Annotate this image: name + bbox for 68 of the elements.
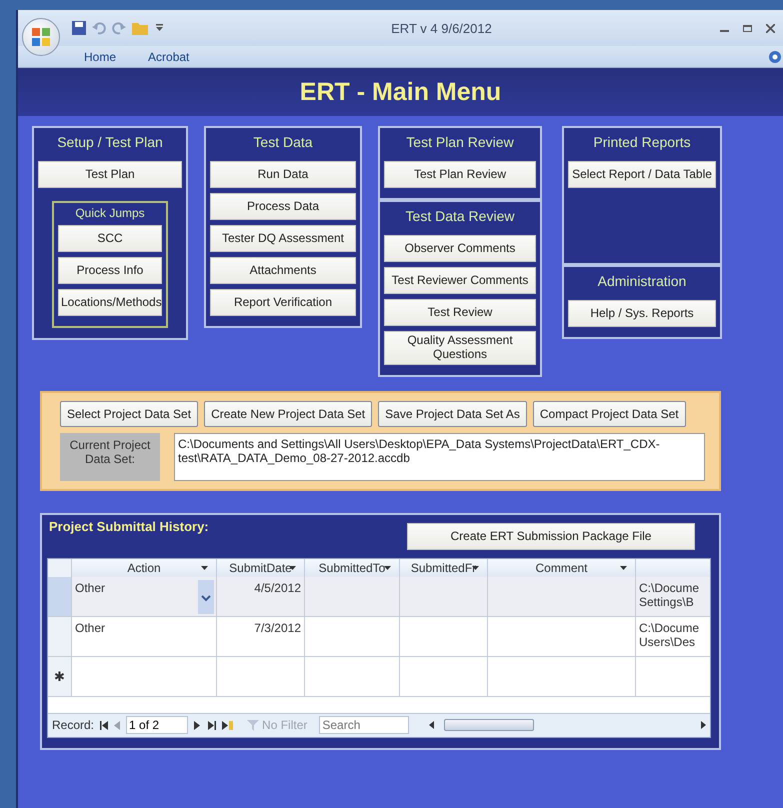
group-title: Test Plan Review [406,133,514,152]
group-title: Administration [598,272,686,291]
previous-icon [114,720,120,730]
next-record-icon[interactable] [194,720,202,730]
table-cell: 4/5/2012 [217,576,305,616]
table-row[interactable]: Other 4/5/2012 C:\Docume Settings\B [48,576,710,617]
group-title: Test Data Review [406,207,514,226]
menu-button[interactable]: Test Reviewer Comments [384,267,536,294]
record-label: Record: [52,718,94,732]
group-title: Quick Jumps [75,206,145,220]
first-record-icon[interactable] [100,720,108,730]
project-button[interactable]: Create New Project Data Set [204,400,372,427]
menu-button[interactable]: Locations/Methods [58,289,162,316]
table-cell: 7/3/2012 [217,616,305,656]
table-cell: C:\Docume Settings\B [636,576,710,616]
customize-icon[interactable] [156,24,163,32]
table-cell: Other [72,576,217,616]
window-title: ERT v 4 9/6/2012 [390,20,493,36]
table-cell: Other [72,616,217,656]
group-title: Printed Reports [593,133,691,152]
menu-button[interactable]: Test Plan Review [384,161,536,188]
scroll-right-icon[interactable] [701,721,706,730]
group-title: Setup / Test Plan [57,133,163,152]
search-field[interactable]: Search [319,716,410,734]
office-button[interactable] [22,18,60,56]
form-title: ERT - Main Menu [300,78,502,106]
caret-icon[interactable] [384,566,391,571]
menu-button[interactable]: Select Report / Data Table [568,161,716,188]
menu-button[interactable]: Attachments [210,257,356,284]
scroll-left-icon[interactable] [429,721,434,730]
table-row[interactable]: Other 7/3/2012 C:\Docume Users\Des [48,616,710,657]
ribbon-tab[interactable]: Acrobat [144,48,194,66]
logo-icon [31,27,51,47]
filter-icon [247,720,260,731]
new-record-icon[interactable] [222,720,234,730]
project-button[interactable]: Select Project Data Set [60,400,198,427]
select-all-cell[interactable] [48,558,72,577]
current-data-set-field[interactable]: C:\Documents and Settings\All Users\Desktop\EPA_Data Systems\ProjectData\ERT_CDX-test\RATA_DATA_Demo_08-27-2012.accdb [174,432,705,481]
menu-button[interactable]: Process Info [58,257,162,284]
current-data-set-label: Current Project Data Set: [60,432,160,481]
help-icon[interactable] [769,50,781,62]
maximize-icon[interactable] [743,24,752,32]
menu-button[interactable]: Observer Comments [384,235,536,262]
close-icon[interactable] [766,24,775,32]
record-position-field[interactable]: 1 of 2 [126,716,188,734]
menu-button[interactable]: Run Data [210,161,356,188]
last-record-icon[interactable] [208,720,216,730]
caret-icon[interactable] [201,566,208,571]
dropdown-icon[interactable] [198,580,214,614]
table-cell: C:\Docume Users\Des [636,616,710,656]
menu-button[interactable]: Test Plan [38,161,182,188]
new-record-marker: ✱ [54,668,65,684]
history-title: Project Submittal History: [49,518,209,534]
menu-button[interactable]: Tester DQ Assessment [210,225,356,252]
project-button[interactable]: Compact Project Data Set [532,400,686,427]
menu-button[interactable]: Help / Sys. Reports [568,300,716,327]
group-title: Test Data [253,133,313,152]
caret-icon[interactable] [620,566,627,571]
menu-button[interactable]: Quality Assessment Questions [384,331,536,365]
ribbon-tab[interactable]: Home [80,48,120,66]
menu-button[interactable]: Report Verification [210,289,356,316]
menu-button[interactable]: SCC [58,225,162,252]
menu-button[interactable]: Process Data [210,193,356,220]
package-button[interactable]: Create ERT Submission Package File [407,522,695,550]
project-button[interactable]: Save Project Data Set As [378,400,527,427]
save-icon[interactable] [72,21,86,35]
menu-button[interactable]: Test Review [384,299,536,326]
horizontal-scrollbar[interactable] [429,717,706,734]
